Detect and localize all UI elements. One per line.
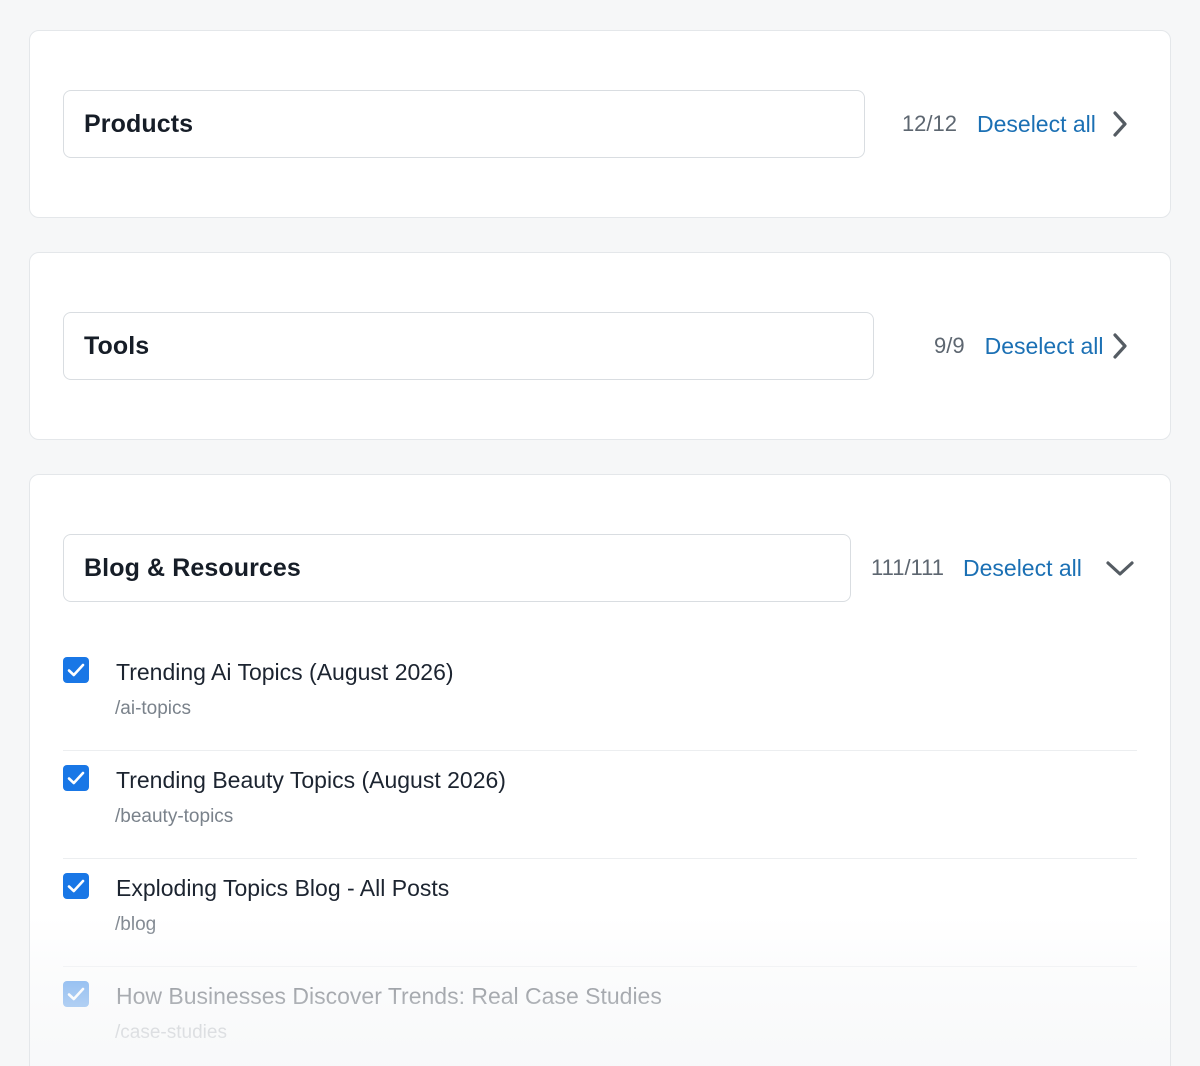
- page-path: /blog: [115, 914, 157, 935]
- page: Products 12/12 Deselect all Tools 9/9 De…: [0, 0, 1200, 1066]
- page-title: Exploding Topics Blog - All Posts: [116, 875, 450, 901]
- page-checkbox[interactable]: [63, 873, 89, 899]
- checkmark-icon: [67, 879, 85, 893]
- selection-count: 111/111: [871, 555, 944, 580]
- page-path: /beauty-topics: [115, 806, 234, 827]
- deselect-all-button[interactable]: Deselect all: [977, 111, 1096, 138]
- section-header: Products 12/12 Deselect all: [63, 90, 1137, 158]
- selection-count: 9/9: [934, 333, 965, 358]
- section-blog-resources: Blog & Resources 111/111 Deselect all Tr…: [29, 474, 1171, 1066]
- page-checkbox[interactable]: [63, 657, 89, 683]
- section-header: Tools 9/9 Deselect all: [63, 312, 1137, 380]
- page-checkbox[interactable]: [63, 981, 89, 1007]
- page-title: Trending Ai Topics (August 2026): [116, 659, 454, 685]
- checkmark-icon: [67, 771, 85, 785]
- chevron-down-icon: [1106, 561, 1134, 576]
- page-checkbox[interactable]: [63, 765, 89, 791]
- expand-toggle-button[interactable]: [1103, 329, 1137, 363]
- list-item[interactable]: Exploding Topics Blog - All Posts /blog: [63, 859, 1137, 967]
- section-header: Blog & Resources 111/111 Deselect all: [63, 534, 1137, 602]
- expand-toggle-button[interactable]: [1103, 107, 1137, 141]
- deselect-all-button[interactable]: Deselect all: [963, 555, 1082, 582]
- checkmark-icon: [67, 663, 85, 677]
- page-list: Trending Ai Topics (August 2026) /ai-top…: [63, 643, 1137, 1066]
- selection-count: 12/12: [901, 111, 957, 136]
- list-item[interactable]: Trending Beauty Topics (August 2026) /be…: [63, 751, 1137, 859]
- page-title: How Businesses Discover Trends: Real Cas…: [116, 983, 662, 1009]
- page-path: /ai-topics: [115, 698, 192, 719]
- section-name-field[interactable]: Blog & Resources: [63, 534, 851, 602]
- checkmark-icon: [67, 987, 85, 1001]
- list-item[interactable]: How Businesses Discover Trends: Real Cas…: [63, 967, 1137, 1066]
- chevron-right-icon: [1113, 111, 1127, 137]
- collapse-toggle-button[interactable]: [1103, 551, 1137, 585]
- section-products: Products 12/12 Deselect all: [29, 30, 1171, 218]
- section-name-field[interactable]: Tools: [63, 312, 874, 380]
- section-tools: Tools 9/9 Deselect all: [29, 252, 1171, 440]
- page-path: /case-studies: [115, 1022, 227, 1043]
- list-item[interactable]: Trending Ai Topics (August 2026) /ai-top…: [63, 643, 1137, 751]
- page-title: Trending Beauty Topics (August 2026): [116, 767, 506, 793]
- deselect-all-button[interactable]: Deselect all: [985, 333, 1104, 360]
- chevron-right-icon: [1113, 333, 1127, 359]
- section-name-field[interactable]: Products: [63, 90, 865, 158]
